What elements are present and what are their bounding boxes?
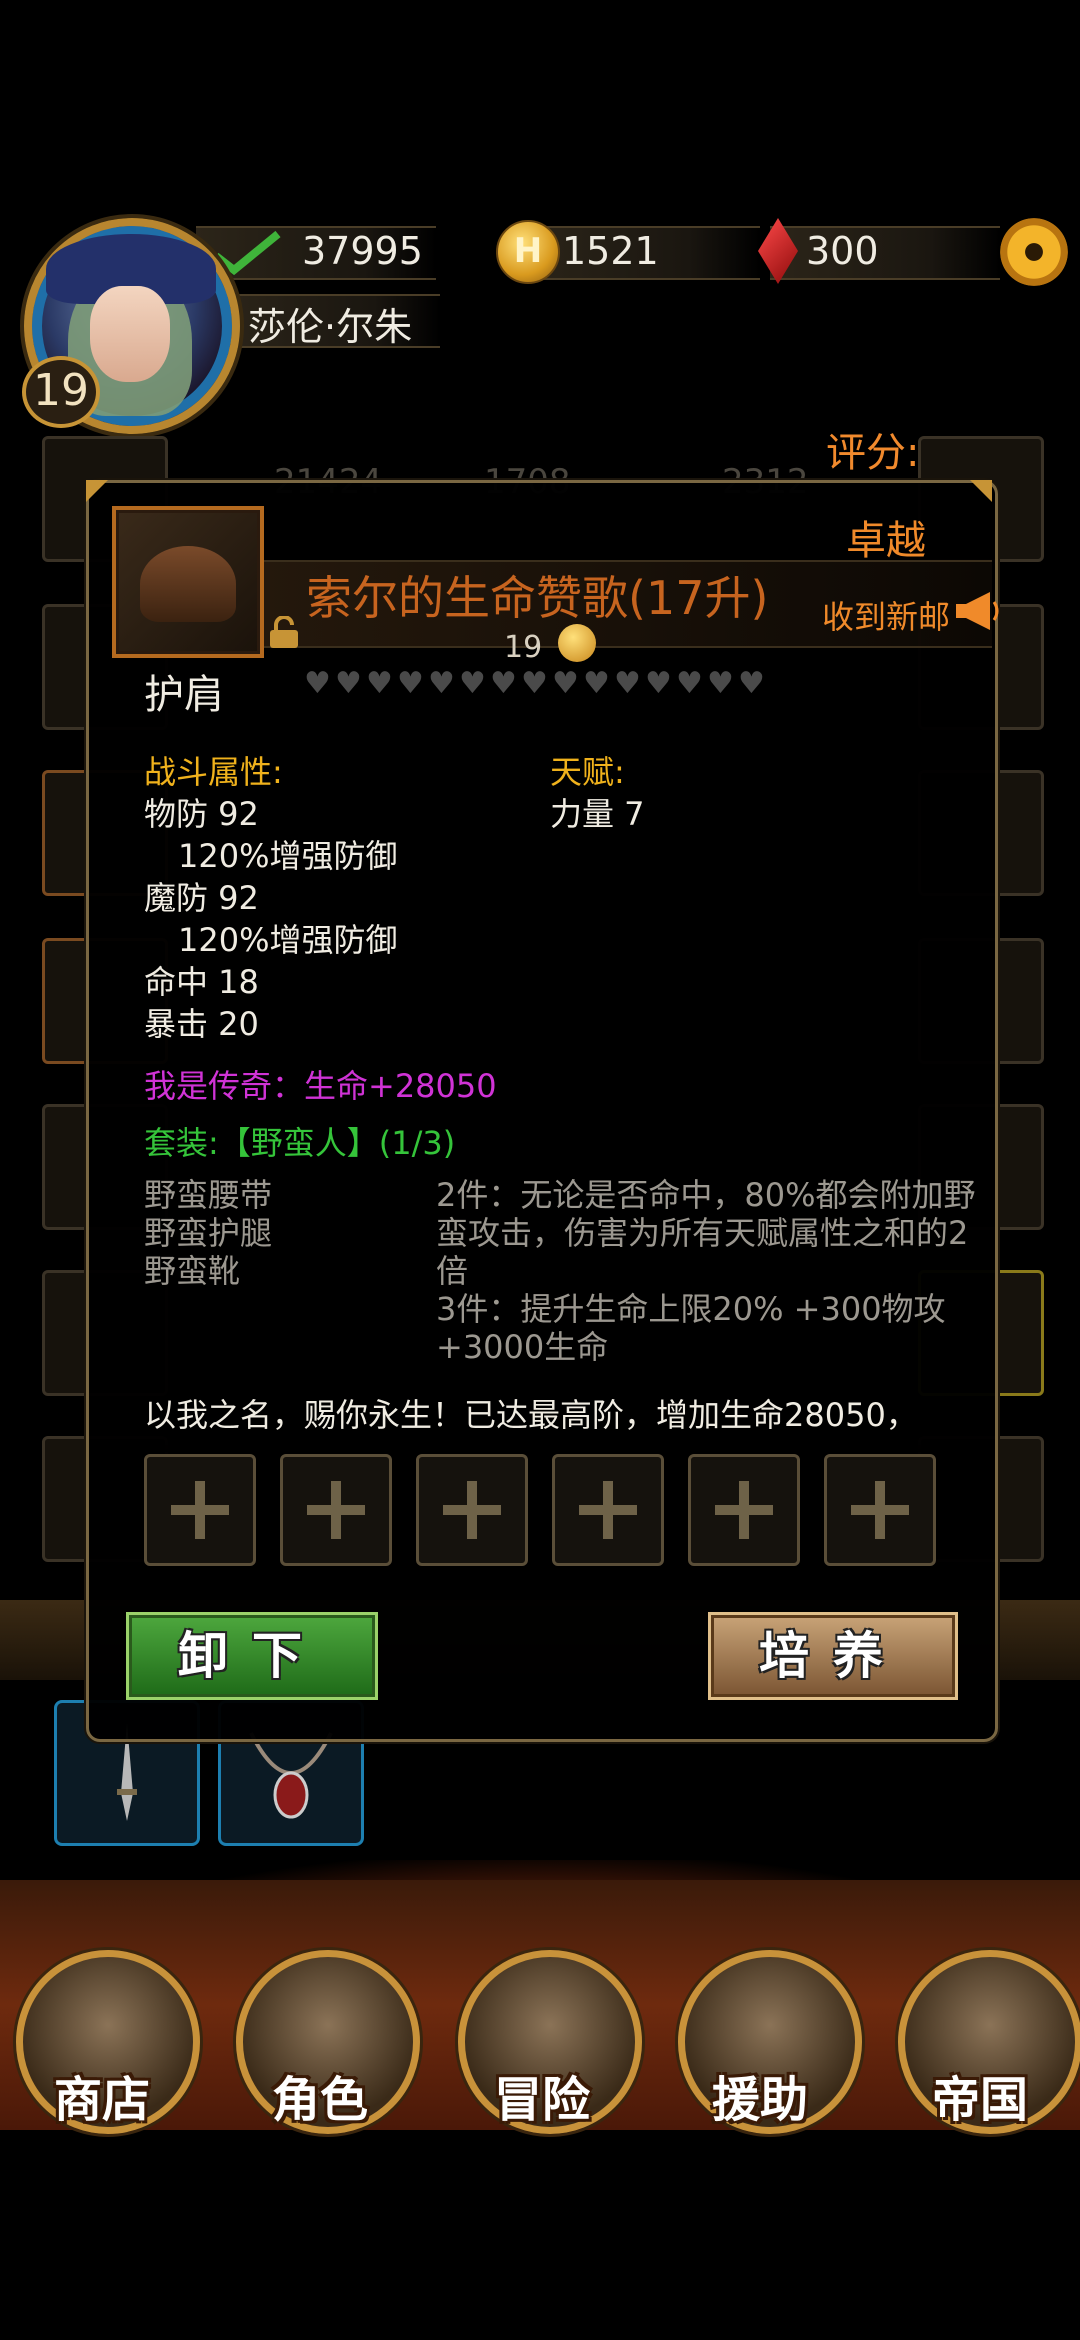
- heart-icon: ♥: [428, 666, 455, 701]
- item-rarity: 卓越: [846, 518, 926, 564]
- heart-icon: ♥: [459, 666, 486, 701]
- heart-icon: ♥: [335, 666, 362, 701]
- set-bonus-3: 3件：提升生命上限20% +300物攻+3000生命: [436, 1290, 946, 1366]
- player-level-badge: 19: [22, 356, 100, 428]
- plus-icon: [307, 1481, 365, 1539]
- coin-icon[interactable]: H: [496, 220, 560, 284]
- item-icon: [112, 506, 264, 658]
- item-title: 索尔的生命赞歌(17升): [306, 571, 769, 625]
- combat-attr-line: 暴击 20: [144, 1005, 259, 1043]
- gold-value: 1521: [562, 229, 659, 273]
- combat-attr-line: 120%增强防御: [178, 921, 398, 959]
- combat-attr-line: 120%增强防御: [178, 837, 398, 875]
- star-rating: ♥ ♥ ♥ ♥ ♥ ♥ ♥ ♥ ♥ ♥ ♥ ♥ ♥ ♥ ♥: [304, 666, 766, 710]
- heart-icon: ♥: [397, 666, 424, 701]
- gem-pill: [770, 226, 1000, 280]
- plus-icon: [715, 1481, 773, 1539]
- heart-icon: ♥: [614, 666, 641, 701]
- gear-icon[interactable]: [1000, 218, 1068, 286]
- heart-icon: ♥: [521, 666, 548, 701]
- train-button[interactable]: 培养: [708, 1612, 958, 1700]
- flavor-fade: [140, 1438, 960, 1452]
- unequip-button-label: 卸下: [178, 1626, 326, 1685]
- power-value: 37995: [302, 229, 423, 273]
- mail-notice[interactable]: 收到新邮: [822, 592, 950, 638]
- gem-socket[interactable]: [144, 1454, 256, 1566]
- horn-icon[interactable]: [952, 588, 1002, 634]
- heart-icon: ♥: [583, 666, 610, 701]
- gem-socket[interactable]: [552, 1454, 664, 1566]
- plus-icon: [171, 1481, 229, 1539]
- heart-icon: ♥: [304, 666, 331, 701]
- combat-attr-line: 物防 92: [144, 795, 259, 833]
- lock-icon[interactable]: [266, 616, 302, 650]
- plus-icon: [851, 1481, 909, 1539]
- nav-character-label: 角色: [271, 2072, 368, 2128]
- level-coin-icon: [558, 624, 596, 662]
- heart-icon: ♥: [676, 666, 703, 701]
- nav-shop-label: 商店: [53, 2072, 150, 2128]
- nav-adventure-label: 冒险: [493, 2072, 590, 2128]
- player-name: 莎伦·尔朱: [248, 305, 413, 349]
- gem-socket[interactable]: [824, 1454, 936, 1566]
- item-flavor-text: 以我之名，赐你永生！已达最高阶，增加生命28050，: [144, 1396, 918, 1434]
- gem-socket[interactable]: [280, 1454, 392, 1566]
- talent-line: 力量 7: [550, 795, 645, 833]
- combat-attributes-header: 战斗属性:: [144, 753, 283, 791]
- unequip-button[interactable]: 卸下: [126, 1612, 378, 1700]
- set-item: 野蛮腰带: [144, 1176, 273, 1214]
- set-bonus-2: 2件：无论是否命中，80%都会附加野蛮攻击，伤害为所有天赋属性之和的2倍: [436, 1176, 976, 1290]
- gem-socket[interactable]: [688, 1454, 800, 1566]
- heart-icon: ♥: [366, 666, 393, 701]
- nav-empire-label: 帝国: [931, 2072, 1028, 2128]
- combat-attr-line: 命中 18: [144, 963, 259, 1001]
- legend-bonus: 我是传奇：生命+28050: [144, 1067, 497, 1105]
- set-item: 野蛮靴: [144, 1252, 241, 1290]
- item-level: 19: [504, 630, 543, 665]
- heart-icon: ♥: [645, 666, 672, 701]
- gem-value: 300: [806, 229, 879, 273]
- nav-assist-label: 援助: [711, 2072, 808, 2128]
- gem-socket[interactable]: [416, 1454, 528, 1566]
- item-slot-type: 护肩: [144, 672, 224, 718]
- set-title: 套装:【野蛮人】(1/3): [144, 1124, 456, 1162]
- plus-icon: [443, 1481, 501, 1539]
- heart-icon: ♥: [707, 666, 734, 701]
- heart-icon: ♥: [738, 666, 765, 701]
- set-item: 野蛮护腿: [144, 1214, 273, 1252]
- heart-icon: ♥: [552, 666, 579, 701]
- heart-icon: ♥: [490, 666, 517, 701]
- train-button-label: 培养: [759, 1626, 907, 1685]
- plus-icon: [579, 1481, 637, 1539]
- talent-header: 天赋:: [550, 753, 625, 791]
- combat-attr-line: 魔防 92: [144, 879, 259, 917]
